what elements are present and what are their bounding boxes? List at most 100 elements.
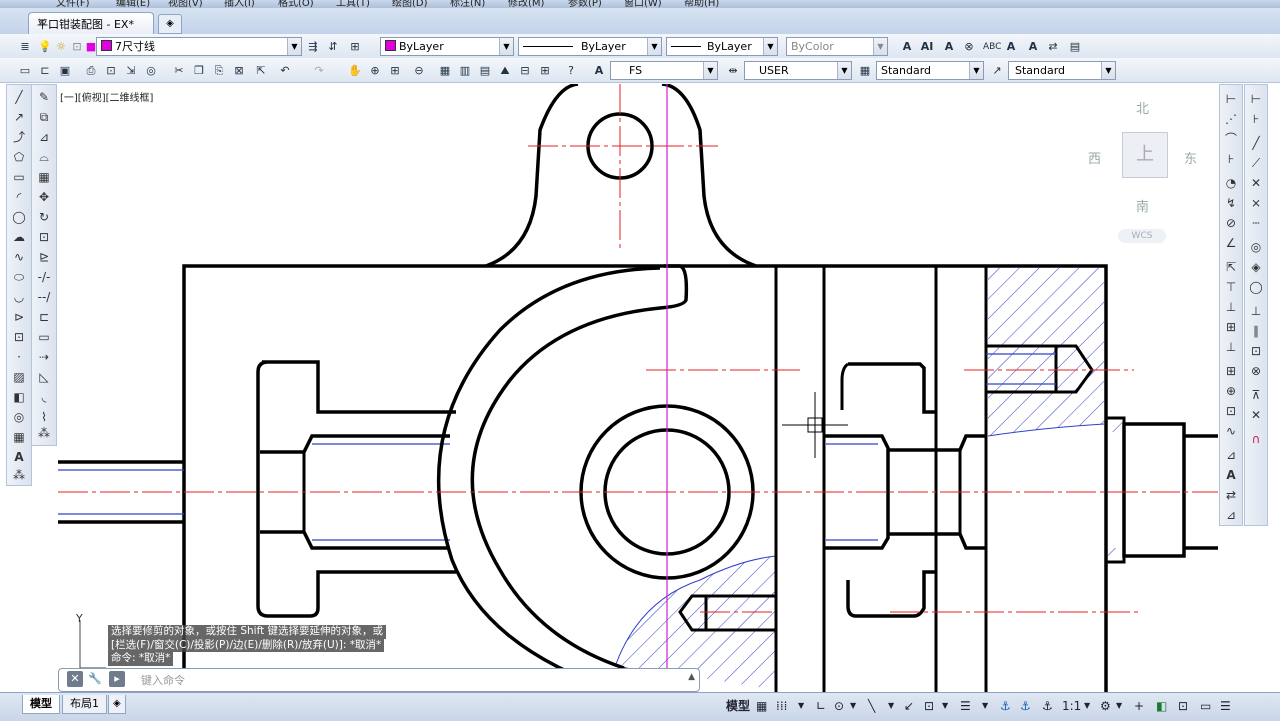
snap-from-icon[interactable]: ⊦ xyxy=(1248,111,1264,127)
lineweight-select[interactable]: ByLayer ▼ xyxy=(666,37,778,56)
ellipse-icon[interactable]: ⬭ xyxy=(11,269,27,285)
region-icon[interactable]: ◎ xyxy=(11,409,27,425)
menu-insert[interactable]: 插入(I) xyxy=(224,0,255,8)
snap-extension-icon[interactable]: ┄ xyxy=(1248,215,1264,231)
revision-cloud-icon[interactable]: ☁ xyxy=(11,229,27,245)
ellipse-arc-icon[interactable]: ◡ xyxy=(11,289,27,305)
text-frame-icon[interactable]: ▤ xyxy=(1066,38,1084,56)
isodraft-icon[interactable]: ╲ xyxy=(868,698,875,714)
dimension-edit-icon[interactable]: ⊿ xyxy=(1223,447,1239,463)
trim-icon[interactable]: -/- xyxy=(36,269,52,285)
erase-icon[interactable]: ✎ xyxy=(36,89,52,105)
chevron-down-icon[interactable]: ▼ xyxy=(1116,698,1122,714)
grid-icon[interactable]: ▦ xyxy=(756,698,767,714)
zoom-window-icon[interactable]: ⊞ xyxy=(386,62,404,80)
make-block-icon[interactable]: ⊡ xyxy=(11,329,27,345)
aligned-dimension-icon[interactable]: ⋰ xyxy=(1223,111,1239,127)
stretch-icon[interactable]: ⊵ xyxy=(36,249,52,265)
undo-icon[interactable]: ↶ xyxy=(276,62,294,80)
menu-edit[interactable]: 编辑(E) xyxy=(116,0,150,8)
text-style-select[interactable]: FS ▼ xyxy=(610,61,718,80)
circle-icon[interactable]: ◯ xyxy=(11,209,27,225)
text-icon[interactable]: A xyxy=(898,38,916,56)
snap-node-icon[interactable]: ⊗ xyxy=(1248,363,1264,379)
snap-parallel-icon[interactable]: ∥ xyxy=(1248,323,1264,339)
table-icon[interactable]: ▦ xyxy=(11,429,27,445)
snap-tangent-icon[interactable]: ◯ xyxy=(1248,279,1264,295)
model-space-label[interactable]: 模型 xyxy=(726,698,750,714)
menu-parametric[interactable]: 参数(P) xyxy=(568,0,602,8)
construction-line-icon[interactable]: ↗ xyxy=(11,109,27,125)
snap-insert-icon[interactable]: ⊡ xyxy=(1248,343,1264,359)
tool-palettes-icon[interactable]: ▤ xyxy=(476,62,494,80)
auto-scale-icon[interactable]: ⚓ xyxy=(1020,698,1031,714)
make-current-layer-icon[interactable]: ⇶ xyxy=(304,38,322,56)
paste-icon[interactable]: ⎘ xyxy=(210,62,228,80)
viewcube-south[interactable]: 南 xyxy=(1136,196,1149,215)
layer-previous-icon[interactable]: ⇵ xyxy=(324,38,342,56)
annotation-visibility-icon[interactable]: ⚓ xyxy=(1000,698,1011,714)
customize-icon[interactable]: 🔧 xyxy=(87,671,103,687)
diameter-dimension-icon[interactable]: ⊘ xyxy=(1223,215,1239,231)
chamfer-icon[interactable]: ◺ xyxy=(36,369,52,385)
find-replace-icon[interactable]: ⊗ xyxy=(960,38,978,56)
dimension-update-icon[interactable]: ⇄ xyxy=(1223,487,1239,503)
viewcube-top-face[interactable]: 上 xyxy=(1122,132,1168,178)
snap-quadrant-icon[interactable]: ◈ xyxy=(1248,259,1264,275)
array-icon[interactable]: ▦ xyxy=(36,169,52,185)
polyline-icon[interactable]: ⤴ xyxy=(11,129,27,145)
break-at-point-icon[interactable]: ⊏ xyxy=(36,309,52,325)
copy-object-icon[interactable]: ⧉ xyxy=(36,109,52,125)
tab-layout1[interactable]: 布局1 xyxy=(62,695,107,714)
spell-check-icon[interactable]: ABC xyxy=(982,38,1001,56)
viewcube-west[interactable]: 西 xyxy=(1088,148,1101,167)
snap-endpoint-icon[interactable]: ╱ xyxy=(1248,135,1264,151)
text-style-manager-icon[interactable]: A xyxy=(590,62,608,80)
snap-mode-icon[interactable]: ⁞⁞⁞ xyxy=(776,698,787,714)
radius-dimension-icon[interactable]: ◔ xyxy=(1223,175,1239,191)
object-snap-icon[interactable]: ⊡ xyxy=(924,698,934,714)
ordinate-dimension-icon[interactable]: ⊦ xyxy=(1223,151,1239,167)
break-icon[interactable]: ▭ xyxy=(36,329,52,345)
save-icon[interactable]: ▣ xyxy=(56,62,74,80)
chevron-down-icon[interactable]: ▼ xyxy=(942,698,948,714)
annotation-scale-value[interactable]: 1:1 xyxy=(1062,698,1081,714)
justify-text-icon[interactable]: A xyxy=(1024,38,1042,56)
arc-length-icon[interactable]: ⌒ xyxy=(1223,131,1239,147)
arc-icon[interactable]: ◜ xyxy=(11,189,27,205)
chevron-down-icon[interactable]: ▼ xyxy=(888,698,894,714)
menu-file[interactable]: 文件(F) xyxy=(56,0,90,8)
recent-commands-icon[interactable]: ▸ xyxy=(109,671,125,687)
polar-tracking-icon[interactable]: ⊙ xyxy=(834,698,844,714)
chevron-down-icon[interactable]: ▼ xyxy=(1084,698,1090,714)
calculator-icon[interactable]: ⊞ xyxy=(536,62,554,80)
continue-dimension-icon[interactable]: ⊥ xyxy=(1223,299,1239,315)
snap-intersection-icon[interactable]: ✕ xyxy=(1248,175,1264,191)
match-properties-icon[interactable]: ⊠ xyxy=(230,62,248,80)
properties-icon[interactable]: ▦ xyxy=(436,62,454,80)
menu-modify[interactable]: 修改(M) xyxy=(508,0,544,8)
redo-icon[interactable]: ↷ xyxy=(310,62,328,80)
dimension-style-select[interactable]: USER ▼ xyxy=(744,61,852,80)
snap-none-icon[interactable]: ✕ xyxy=(1248,407,1264,423)
baseline-dimension-icon[interactable]: ⊤ xyxy=(1223,279,1239,295)
center-mark-icon[interactable]: ⊕ xyxy=(1223,383,1239,399)
text-style-icon[interactable]: AI xyxy=(918,38,936,56)
menu-help[interactable]: 帮助(H) xyxy=(684,0,719,8)
rectangle-icon[interactable]: ▭ xyxy=(11,169,27,185)
dimension-break-icon[interactable]: ⊥ xyxy=(1223,339,1239,355)
markup-icon[interactable]: ⊟ xyxy=(516,62,534,80)
viewport-controls-label[interactable]: [一][俯视][二维线框] xyxy=(60,89,153,104)
design-center-icon[interactable]: ▥ xyxy=(456,62,474,80)
extend-icon[interactable]: --/ xyxy=(36,289,52,305)
annotation-monitor-icon[interactable]: + xyxy=(1134,698,1144,714)
offset-icon[interactable]: ⌓ xyxy=(36,149,52,165)
document-tab[interactable]: 平口钳装配图 - EX* × xyxy=(28,12,154,35)
add-selected-icon[interactable]: ⁂ xyxy=(11,467,27,483)
command-input[interactable]: 键入命令 xyxy=(141,672,185,688)
viewcube-east[interactable]: 东 xyxy=(1184,148,1197,167)
lineweight-toggle-icon[interactable]: ☰ xyxy=(960,698,971,714)
customization-icon[interactable]: ☰ xyxy=(1220,698,1231,714)
sheet-set-icon[interactable]: ⛰ xyxy=(496,62,514,80)
snap-nearest-icon[interactable]: ⊼ xyxy=(1248,387,1264,403)
